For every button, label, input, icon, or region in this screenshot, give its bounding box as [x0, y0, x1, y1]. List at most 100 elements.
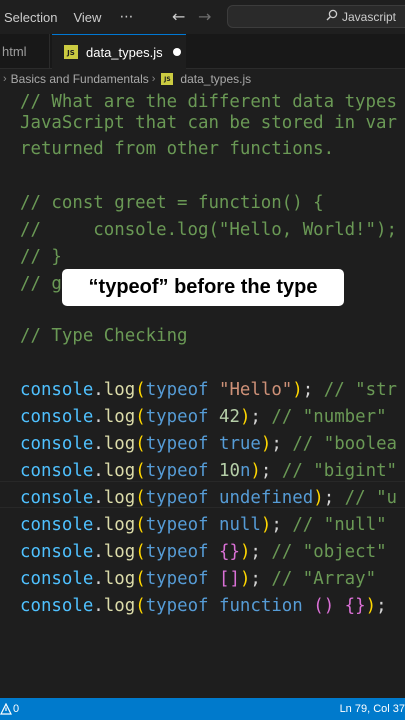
command-center-search[interactable]: Javascript [227, 5, 405, 28]
code-line: console.log(typeof null); // "null" [20, 512, 387, 539]
token-keyword: typeof [145, 380, 219, 400]
code-editor[interactable]: // What are the different data types Jav… [0, 89, 405, 696]
token-keyword: typeof [145, 515, 219, 535]
code-line: console.log(typeof true); // "boolea [20, 431, 397, 458]
token-function: log [103, 569, 136, 589]
token-function: log [103, 542, 136, 562]
warning-icon [0, 703, 12, 715]
token-comment: // "bigint" [281, 461, 398, 481]
token-comment: // "null" [292, 515, 387, 535]
token-keyword: n [239, 461, 251, 481]
code-line: console.log(typeof function () {}); [20, 593, 387, 620]
token-paren: ( [135, 488, 146, 508]
arrow-left-icon[interactable]: ← [172, 7, 185, 26]
token-paren: ( [135, 542, 146, 562]
token-keyword: typeof [145, 488, 219, 508]
token-keyword: typeof [145, 407, 219, 427]
search-text: Javascript [342, 9, 397, 24]
token-keyword: typeof [145, 461, 219, 481]
tab-bar: html JS data_types.js [0, 34, 405, 69]
token-punct: ; [271, 515, 293, 535]
token-paren: ( [135, 461, 146, 481]
token-function: log [103, 515, 136, 535]
token-value: {} [218, 542, 240, 562]
tab-data-types-js[interactable]: JS data_types.js [52, 34, 186, 69]
chevron-right-icon: › [3, 73, 7, 85]
token-object: console [20, 515, 94, 535]
token-function: log [103, 461, 136, 481]
token-punct: . [93, 461, 104, 481]
unsaved-dot-icon[interactable] [172, 48, 181, 56]
token-comment: // "Array" [271, 569, 377, 589]
token-punct: ; [302, 380, 324, 400]
token-punct: . [93, 569, 104, 589]
token-value: undefined [218, 488, 314, 508]
token-paren: ) [239, 569, 251, 589]
token-punct: . [93, 488, 104, 508]
token-comment: // "number" [271, 407, 387, 427]
token-number: 10 [218, 461, 240, 481]
token-keyword: typeof [145, 569, 219, 589]
token-value: "Hello" [218, 380, 293, 400]
token-value: 42 [218, 407, 240, 427]
code-line: console.log(typeof "Hello"); // "str [20, 377, 397, 404]
breadcrumb-file[interactable]: data_types.js [180, 72, 251, 86]
token-object: console [20, 596, 94, 616]
token-punct: . [93, 434, 104, 454]
token-paren: ( [135, 596, 146, 616]
ellipsis-icon[interactable]: ⋯ [119, 9, 134, 25]
token-paren: ( [135, 434, 146, 454]
menu-selection[interactable]: Selection [4, 10, 57, 25]
token-value: null [218, 515, 261, 535]
code-line: // Type Checking [20, 326, 188, 346]
token-punct: . [93, 515, 104, 535]
chevron-right-icon: › [151, 73, 156, 85]
token-paren: ) [260, 515, 272, 535]
token-object: console [20, 488, 94, 508]
tab-html-file[interactable]: html [0, 34, 50, 69]
token-function: log [103, 596, 136, 616]
token-punct: . [93, 380, 104, 400]
token-keyword: function [218, 596, 314, 616]
token-paren: () [313, 596, 335, 616]
javascript-file-icon: JS [64, 45, 78, 59]
tab-html-label: html [2, 44, 27, 59]
breadcrumb-folder[interactable]: Basics and Fundamentals [11, 72, 149, 86]
code-line: returned from other functions. [20, 139, 335, 159]
arrow-right-icon[interactable]: → [198, 7, 211, 26]
tab-active-label: data_types.js [86, 44, 163, 60]
token-paren: ) [260, 434, 272, 454]
token-punct: ; [271, 434, 293, 454]
code-line: JavaScript that can be stored in var [20, 113, 397, 133]
token-object: console [20, 380, 94, 400]
token-object: console [20, 542, 94, 562]
token-punct: ; [250, 569, 272, 589]
menu-view[interactable]: View [73, 10, 101, 25]
code-line: console.log(typeof 10n); // "bigint" [20, 458, 397, 485]
problems-indicator[interactable]: 0 [0, 703, 19, 715]
token-keyword: typeof [145, 542, 219, 562]
token-object: console [20, 569, 94, 589]
token-paren: ) [292, 380, 303, 400]
token-keyword: typeof [145, 434, 219, 454]
video-caption: “typeof” before the type [62, 269, 344, 306]
token-paren: ) [365, 596, 377, 616]
cursor-position[interactable]: Ln 79, Col 37 [340, 703, 405, 715]
token-function: log [103, 380, 136, 400]
token-punct: ; [260, 461, 282, 481]
code-line: // console.log("Hello, World!"); [20, 220, 397, 240]
token-paren: ( [135, 515, 146, 535]
token-comment: // "object" [271, 542, 387, 562]
problems-count: 0 [13, 703, 20, 715]
token-paren: ) [239, 407, 251, 427]
token-object: console [20, 407, 94, 427]
code-line: console.log(typeof []); // "Array" [20, 566, 376, 593]
token-punct: ; [250, 542, 272, 562]
code-line: // } [20, 247, 62, 267]
search-icon [326, 9, 338, 24]
token-paren: ) [250, 461, 261, 481]
token-punct: ; [376, 596, 387, 616]
token-paren: ( [135, 569, 146, 589]
token-function: log [103, 488, 136, 508]
